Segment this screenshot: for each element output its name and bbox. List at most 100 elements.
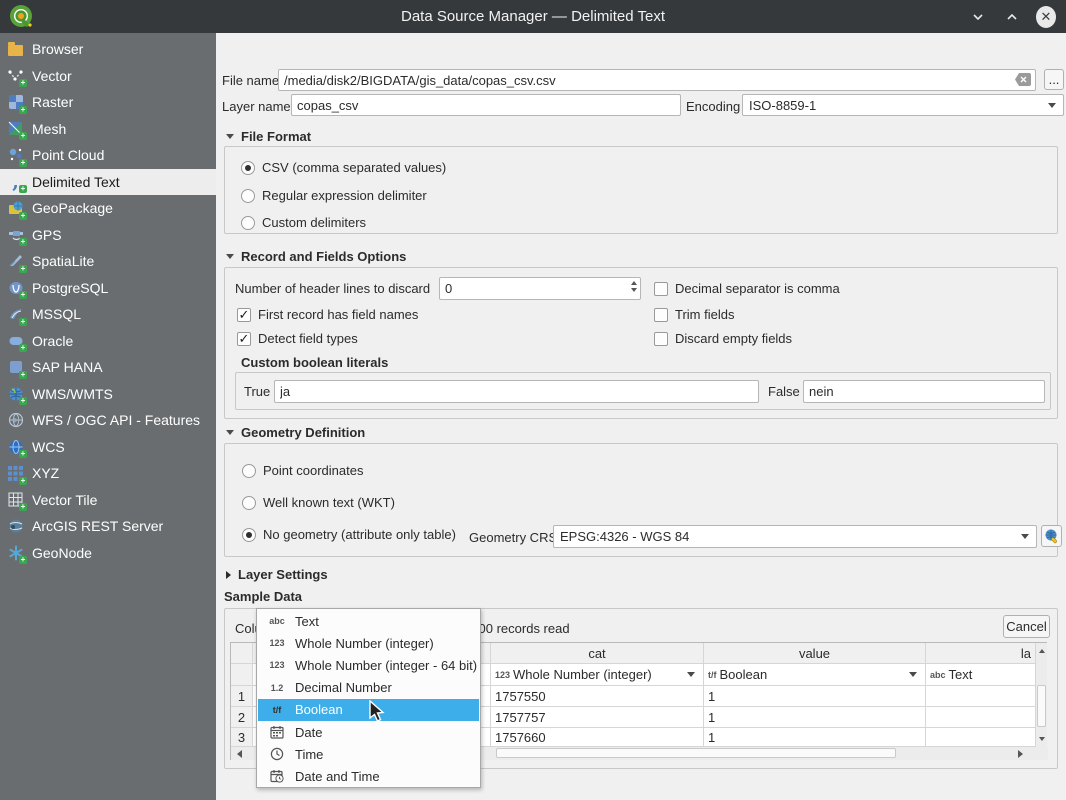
shade-button[interactable] xyxy=(968,7,988,27)
sidebar-item-spatialite[interactable]: + SpatiaLite xyxy=(0,248,216,275)
header-lines-label: Number of header lines to discard xyxy=(235,281,430,296)
sidebar-item-oracle[interactable]: + Oracle xyxy=(0,328,216,355)
calendar-clock-icon xyxy=(267,769,287,783)
sidebar-item-mssql[interactable]: + MSSQL xyxy=(0,301,216,328)
row-number-cell[interactable]: 3 xyxy=(231,728,253,747)
row-number: 3 xyxy=(238,730,245,745)
record-fields-header[interactable]: Record and Fields Options xyxy=(226,249,406,264)
vector-tile-icon: + xyxy=(7,491,24,508)
sidebar-item-point-cloud[interactable]: + Point Cloud xyxy=(0,142,216,169)
true-literal-input[interactable] xyxy=(274,380,759,403)
radio-no-geometry[interactable]: No geometry (attribute only table) xyxy=(242,527,456,542)
plus-badge-icon: + xyxy=(19,503,27,511)
geometry-definition-header[interactable]: Geometry Definition xyxy=(226,425,365,440)
sidebar-item-wcs[interactable]: + WCS xyxy=(0,434,216,461)
type-select-la[interactable]: abc Text xyxy=(926,664,1036,686)
table-cell[interactable]: 1757757 xyxy=(491,707,704,728)
table-cell[interactable]: 1 xyxy=(704,686,926,707)
table-cell[interactable] xyxy=(926,686,1036,707)
menu-item-text[interactable]: abc Text xyxy=(258,610,479,632)
first-record-checkbox[interactable]: ✓ First record has field names xyxy=(237,307,418,322)
sidebar-item-label: WCS xyxy=(32,439,65,455)
menu-item-decimal[interactable]: 1.2 Decimal Number xyxy=(258,677,479,699)
browse-file-button[interactable]: ... xyxy=(1044,69,1064,90)
spinbox-arrows-icon[interactable] xyxy=(631,281,637,292)
column-header-value[interactable]: value xyxy=(704,643,926,664)
sidebar-item-vector[interactable]: + Vector xyxy=(0,63,216,90)
encoding-value: ISO-8859-1 xyxy=(749,98,816,113)
scroll-right-icon[interactable] xyxy=(1014,747,1026,760)
encoding-select[interactable]: ISO-8859-1 xyxy=(742,94,1064,116)
vertical-scroll-thumb[interactable] xyxy=(1037,685,1046,727)
point-cloud-icon: + xyxy=(7,147,24,164)
sidebar-item-vector-tile[interactable]: + Vector Tile xyxy=(0,487,216,514)
sidebar-item-geopackage[interactable]: + GeoPackage xyxy=(0,195,216,222)
radio-wkt[interactable]: Well known text (WKT) xyxy=(242,495,395,510)
header-lines-spinbox[interactable] xyxy=(439,277,641,300)
menu-item-integer64[interactable]: 123 Whole Number (integer - 64 bit) xyxy=(258,654,479,676)
table-cell[interactable]: 1757660 xyxy=(491,728,704,747)
sidebar-item-raster[interactable]: + Raster xyxy=(0,89,216,116)
menu-item-datetime[interactable]: Date and Time xyxy=(258,765,479,787)
chevron-down-icon xyxy=(1048,103,1056,108)
row-number-cell[interactable]: 1 xyxy=(231,686,253,707)
sidebar-item-sap-hana[interactable]: + SAP HANA xyxy=(0,354,216,381)
layer-name-input[interactable] xyxy=(291,94,681,116)
discard-empty-checkbox[interactable]: Discard empty fields xyxy=(654,331,792,346)
sidebar-item-wms-wmts[interactable]: + WMS/WMTS xyxy=(0,381,216,408)
file-name-input[interactable] xyxy=(278,69,1036,91)
column-header-cat[interactable]: cat xyxy=(491,643,704,664)
section-title: File Format xyxy=(241,129,311,144)
checkbox-label: Decimal separator is comma xyxy=(675,281,840,296)
mesh-icon: + xyxy=(7,120,24,137)
table-cell[interactable]: 1757550 xyxy=(491,686,704,707)
detect-types-checkbox[interactable]: ✓ Detect field types xyxy=(237,331,358,346)
sidebar-item-browser[interactable]: Browser xyxy=(0,36,216,63)
row-number-cell[interactable]: 2 xyxy=(231,707,253,728)
maximize-button[interactable] xyxy=(1002,7,1022,27)
gps-icon: + xyxy=(7,226,24,243)
menu-item-time[interactable]: Time xyxy=(258,743,479,765)
type-select-cat[interactable]: 123 Whole Number (integer) xyxy=(491,664,704,686)
radio-point-coordinates[interactable]: Point coordinates xyxy=(242,463,363,478)
scroll-up-icon[interactable] xyxy=(1036,645,1047,657)
sidebar-item-arcgis-rest[interactable]: ArcGIS REST Server xyxy=(0,513,216,540)
table-cell[interactable] xyxy=(926,728,1036,747)
sidebar-item-wfs[interactable]: WFS / OGC API - Features xyxy=(0,407,216,434)
column-header-la[interactable]: la xyxy=(926,643,1036,664)
radio-csv[interactable]: CSV (comma separated values) xyxy=(241,160,446,175)
sidebar-item-gps[interactable]: + GPS xyxy=(0,222,216,249)
menu-item-date[interactable]: Date xyxy=(258,721,479,743)
cancel-detection-button[interactable]: Cancel xyxy=(1003,615,1050,638)
radio-custom-delimiters[interactable]: Custom delimiters xyxy=(241,215,366,230)
file-format-header[interactable]: File Format xyxy=(226,129,311,144)
close-button[interactable]: ✕ xyxy=(1036,7,1056,27)
sidebar-item-xyz[interactable]: + XYZ xyxy=(0,460,216,487)
encoding-label: Encoding xyxy=(686,99,740,114)
geometry-crs-select[interactable]: EPSG:4326 - WGS 84 xyxy=(553,525,1037,548)
sidebar-item-mesh[interactable]: + Mesh xyxy=(0,116,216,143)
scroll-down-icon[interactable] xyxy=(1036,733,1047,745)
layer-settings-header[interactable]: Layer Settings xyxy=(226,567,328,582)
file-name-label: File name xyxy=(222,73,279,88)
menu-item-integer[interactable]: 123 Whole Number (integer) xyxy=(258,632,479,654)
radio-regex-delimiter[interactable]: Regular expression delimiter xyxy=(241,188,427,203)
sidebar-item-geonode[interactable]: + GeoNode xyxy=(0,540,216,567)
row-number: 2 xyxy=(238,710,245,725)
table-cell[interactable]: 1 xyxy=(704,728,926,747)
horizontal-scroll-thumb[interactable] xyxy=(496,748,896,758)
vertical-scrollbar[interactable] xyxy=(1036,643,1047,747)
table-cell[interactable] xyxy=(926,707,1036,728)
select-crs-button[interactable] xyxy=(1041,525,1062,547)
type-select-value-col[interactable]: t/f Boolean xyxy=(704,664,926,686)
false-literal-input[interactable] xyxy=(803,380,1045,403)
sidebar-item-postgresql[interactable]: + PostgreSQL xyxy=(0,275,216,302)
decimal-separator-checkbox[interactable]: Decimal separator is comma xyxy=(654,281,840,296)
table-cell[interactable]: 1 xyxy=(704,707,926,728)
plus-badge-icon: + xyxy=(19,556,27,564)
sidebar-item-delimited-text[interactable]: , + Delimited Text xyxy=(0,169,216,196)
geometry-crs-label: Geometry CRS xyxy=(469,530,557,545)
scroll-left-icon[interactable] xyxy=(233,747,245,760)
trim-fields-checkbox[interactable]: Trim fields xyxy=(654,307,734,322)
geopackage-icon: + xyxy=(7,200,24,217)
